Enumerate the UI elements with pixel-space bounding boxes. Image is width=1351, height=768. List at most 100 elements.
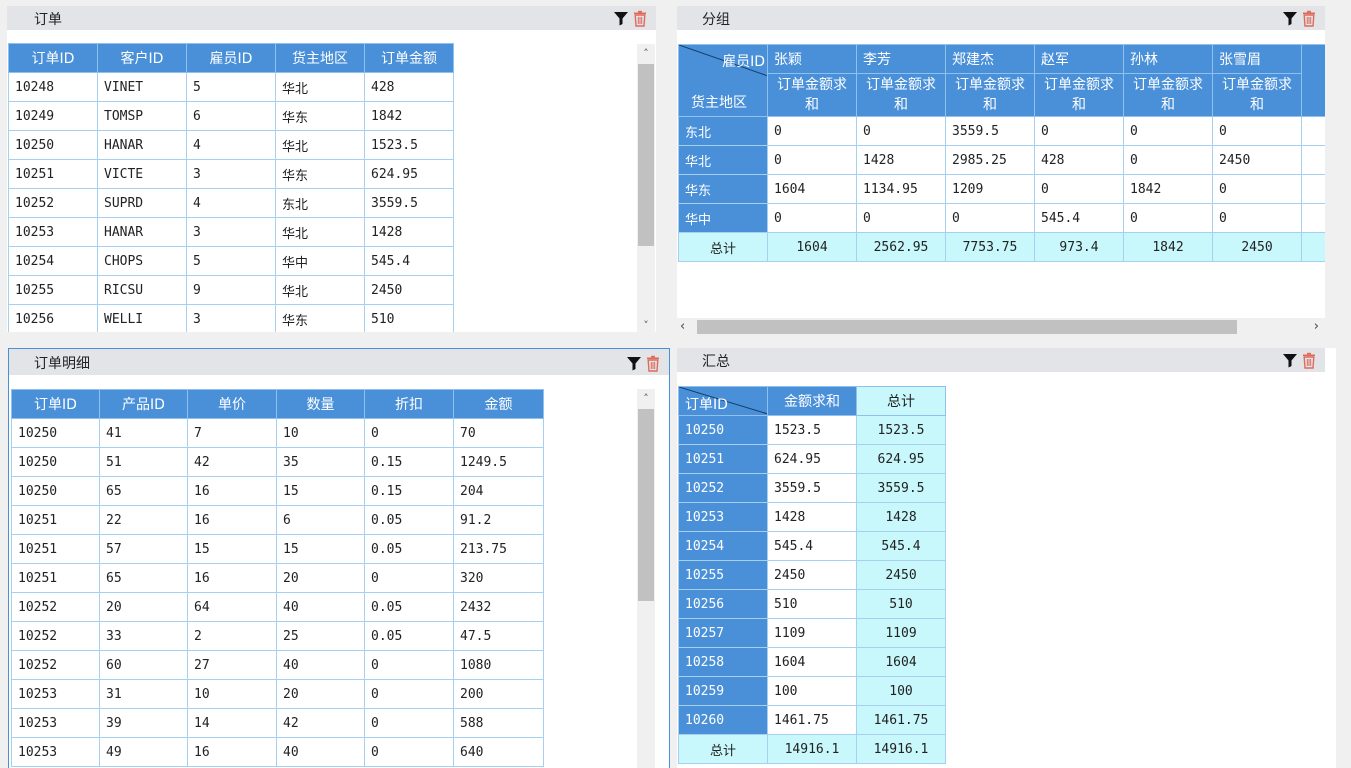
summary-table-row[interactable]: 10250 1523.5 1523.5	[678, 415, 946, 445]
orders-cell: 华中	[275, 246, 365, 276]
pivot-value-cell: 1209	[945, 174, 1035, 204]
scroll-down-arrow-icon[interactable]: ˅	[637, 318, 655, 332]
filter-icon[interactable]	[613, 10, 629, 27]
pivot-row[interactable]: 东北003559.50003	[678, 116, 1325, 146]
summary-table-row[interactable]: 10259 100 100	[678, 676, 946, 706]
pivot-employee-header[interactable]: 张雪眉	[1212, 44, 1302, 74]
trash-icon[interactable]	[645, 355, 661, 372]
orders-table-row[interactable]: 10253 HANAR 3 华北 1428	[8, 217, 454, 247]
details-table-row[interactable]: 10253 31 10 20 0 200	[11, 679, 544, 709]
trash-icon[interactable]	[632, 10, 648, 27]
details-cell: 0	[364, 563, 454, 593]
pivot-employee-header[interactable]: 郑建杰	[945, 44, 1035, 74]
orders-table-row[interactable]: 10252 SUPRD 4 东北 3559.5	[8, 188, 454, 218]
orders-cell: 4	[186, 188, 276, 218]
orders-column-header[interactable]: 货主地区	[275, 43, 365, 73]
summary-table-row[interactable]: 10255 2450 2450	[678, 560, 946, 590]
orders-cell: 华北	[275, 130, 365, 160]
filter-icon[interactable]	[626, 355, 642, 372]
details-table-row[interactable]: 10251 65 16 20 0 320	[11, 563, 544, 593]
orders-table-row[interactable]: 10249 TOMSP 6 华东 1842	[8, 101, 454, 131]
orders-cell: 10255	[8, 275, 98, 305]
orders-cell: VICTE	[97, 159, 187, 189]
orders-vertical-scrollbar[interactable]: ˄ ˅	[637, 44, 655, 332]
scroll-up-arrow-icon[interactable]: ˄	[637, 391, 655, 407]
summary-table-row[interactable]: 10257 1109 1109	[678, 618, 946, 648]
summary-grand-total-cell: 14916.1	[767, 734, 857, 764]
orders-table-row[interactable]: 10250 HANAR 4 华北 1523.5	[8, 130, 454, 160]
details-column-header[interactable]: 单价	[187, 389, 277, 419]
details-table-row[interactable]: 10251 22 16 6 0.05 91.2	[11, 505, 544, 535]
details-table-row[interactable]: 10252 20 64 40 0.05 2432	[11, 592, 544, 622]
summary-table-row[interactable]: 10260 1461.75 1461.75	[678, 705, 946, 735]
details-table-row[interactable]: 10250 65 16 15 0.15 204	[11, 476, 544, 506]
details-scroll-thumb[interactable]	[638, 409, 654, 601]
summary-sum-cell: 624.95	[767, 444, 857, 474]
orders-column-header[interactable]: 订单ID	[8, 43, 98, 73]
pivot-measure-header: 订单金额求和	[945, 73, 1035, 117]
orders-table-row[interactable]: 10255 RICSU 9 华北 2450	[8, 275, 454, 305]
summary-table-row[interactable]: 10252 3559.5 3559.5	[678, 473, 946, 503]
details-cell: 51	[99, 447, 188, 477]
details-cell: 25	[276, 621, 365, 651]
details-table-row[interactable]: 10250 41 7 10 0 70	[11, 418, 544, 448]
orders-cell: 545.4	[364, 246, 454, 276]
group-scroll-thumb[interactable]	[697, 320, 1237, 334]
filter-icon[interactable]	[1282, 10, 1298, 27]
details-table-row[interactable]: 10250 51 42 35 0.15 1249.5	[11, 447, 544, 477]
summary-total-label: 总计	[678, 734, 768, 764]
pivot-row[interactable]: 华北014282985.25428024507	[678, 145, 1325, 175]
details-column-header[interactable]: 产品ID	[99, 389, 188, 419]
summary-column-header[interactable]: 金额求和	[767, 386, 857, 416]
details-table-row[interactable]: 10252 60 27 40 0 1080	[11, 650, 544, 680]
scroll-right-arrow-icon[interactable]: ›	[1314, 319, 1319, 334]
pivot-row[interactable]: 华东16041134.9512090184205	[678, 174, 1325, 204]
details-column-header[interactable]: 数量	[276, 389, 365, 419]
filter-icon[interactable]	[1282, 352, 1298, 369]
summary-total-cell: 1523.5	[856, 415, 946, 445]
orders-column-header[interactable]: 雇员ID	[186, 43, 276, 73]
trash-icon[interactable]	[1301, 352, 1317, 369]
orders-table-row[interactable]: 10248 VINET 5 华北 428	[8, 72, 454, 102]
details-table-row[interactable]: 10251 57 15 15 0.05 213.75	[11, 534, 544, 564]
details-cell: 14	[187, 708, 277, 738]
orders-scroll-thumb[interactable]	[638, 64, 654, 246]
details-table-row[interactable]: 10253 39 14 42 0 588	[11, 708, 544, 738]
orders-table-row[interactable]: 10251 VICTE 3 华东 624.95	[8, 159, 454, 189]
details-cell: 35	[276, 447, 365, 477]
pivot-employee-header[interactable]: 李芳	[856, 44, 946, 74]
summary-table-row[interactable]: 10251 624.95 624.95	[678, 444, 946, 474]
summary-table-row[interactable]: 10258 1604 1604	[678, 647, 946, 677]
pivot-value-cell-cut: 3	[1301, 116, 1325, 146]
details-cell: 15	[276, 476, 365, 506]
pivot-total-cell: 973.4	[1034, 232, 1124, 262]
details-table-row[interactable]: 10253 49 16 40 0 640	[11, 737, 544, 767]
details-column-header[interactable]: 金额	[453, 389, 544, 419]
summary-table-row[interactable]: 10254 545.4 545.4	[678, 531, 946, 561]
details-cell: 0.05	[364, 621, 454, 651]
pivot-row[interactable]: 华中 0 0 0 545.4 0 0	[678, 203, 1325, 233]
orders-table-row[interactable]: 10256 WELLI 3 华东 510	[8, 304, 454, 332]
scroll-left-arrow-icon[interactable]: ‹	[680, 319, 685, 334]
pivot-total-cell: 1604	[767, 232, 857, 262]
orders-column-header[interactable]: 订单金额	[364, 43, 454, 73]
orders-table-row[interactable]: 10254 CHOPS 5 华中 545.4	[8, 246, 454, 276]
pivot-employee-header[interactable]: 孙林	[1123, 44, 1213, 74]
summary-sum-cell: 2450	[767, 560, 857, 590]
summary-order-id-cell: 10250	[678, 415, 768, 445]
group-horizontal-scrollbar[interactable]: ‹ ›	[677, 318, 1325, 336]
pivot-employee-header[interactable]: 张颖	[767, 44, 857, 74]
scroll-up-arrow-icon[interactable]: ˄	[637, 46, 655, 62]
summary-table-row[interactable]: 10253 1428 1428	[678, 502, 946, 532]
details-table-row[interactable]: 10252 33 2 25 0.05 47.5	[11, 621, 544, 651]
details-column-header[interactable]: 订单ID	[11, 389, 100, 419]
details-vertical-scrollbar[interactable]: ˄	[637, 389, 655, 768]
pivot-measure-header: 订单金额求和	[1212, 73, 1302, 117]
trash-icon[interactable]	[1301, 10, 1317, 27]
details-column-header[interactable]: 折扣	[364, 389, 454, 419]
summary-column-header[interactable]: 总计	[856, 386, 946, 416]
orders-column-header[interactable]: 客户ID	[97, 43, 187, 73]
summary-table-row[interactable]: 10256 510 510	[678, 589, 946, 619]
pivot-employee-header[interactable]: 赵军	[1034, 44, 1124, 74]
details-cell: 10253	[11, 679, 100, 709]
